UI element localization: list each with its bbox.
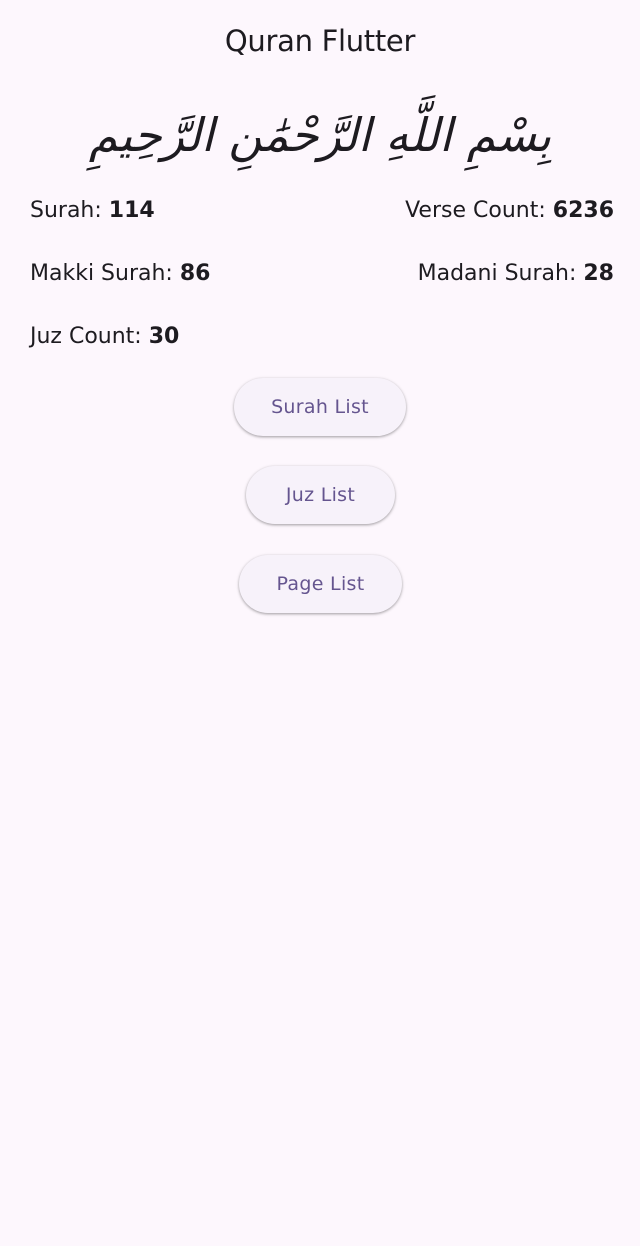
stat-verse-count: Verse Count: 6236	[405, 198, 614, 223]
stat-madani-surah-label: Madani Surah:	[417, 260, 577, 286]
stat-madani-surah: Madani Surah: 28	[418, 261, 614, 286]
stat-surah-value: 114	[108, 197, 155, 223]
stat-makki-surah-value: 86	[179, 260, 211, 286]
stat-surah: Surah: 114	[30, 198, 155, 223]
stat-juz-count-value: 30	[148, 323, 180, 349]
stat-makki-surah-label: Makki Surah:	[30, 260, 173, 286]
stats-row-juz: Juz Count: 30	[30, 319, 614, 353]
stat-makki-surah: Makki Surah: 86	[30, 261, 210, 286]
stats-row-makki-madani: Makki Surah: 86 Madani Surah: 28	[30, 256, 614, 290]
stat-juz-count-label: Juz Count:	[30, 323, 142, 349]
stat-verse-count-value: 6236	[552, 197, 614, 223]
stats-row-surah-verse: Surah: 114 Verse Count: 6236	[30, 193, 614, 227]
app-title: Quran Flutter	[224, 24, 416, 58]
surah-list-button[interactable]: Surah List	[234, 378, 406, 436]
page-list-button[interactable]: Page List	[239, 555, 402, 613]
stat-surah-label: Surah:	[30, 197, 102, 223]
stat-madani-surah-value: 28	[583, 260, 614, 286]
bismillah-calligraphy: بِسْمِ اللَّهِ الرَّحْمَٰنِ الرَّحِيمِ	[88, 108, 552, 162]
stat-verse-count-label: Verse Count:	[405, 197, 546, 223]
app-bar: Quran Flutter	[0, 0, 640, 86]
juz-list-button[interactable]: Juz List	[246, 466, 395, 524]
stat-juz-count: Juz Count: 30	[30, 324, 179, 349]
